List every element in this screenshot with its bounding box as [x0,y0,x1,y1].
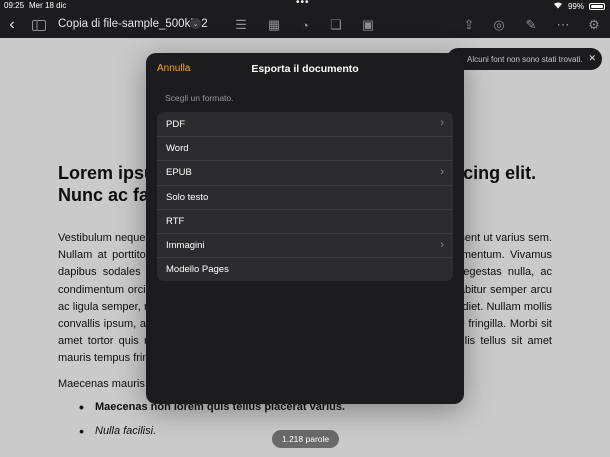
format-option-word[interactable]: Word [157,136,453,160]
format-label: Modello Pages [166,264,229,276]
format-option-plain-text[interactable]: Solo testo [157,184,453,209]
format-option-rtf[interactable]: RTF [157,208,453,233]
settings-icon[interactable]: ⚙ [585,16,603,34]
dialog-title: Esporta il documento [251,63,359,75]
media-icon[interactable]: ▣ [359,16,377,34]
format-label: Immagini [166,240,205,252]
battery-icon [589,2,605,10]
format-option-pdf[interactable]: PDF › [157,112,453,136]
status-date: Mer 18 dic [29,1,67,10]
battery-percent: 99% [567,1,584,11]
format-option-images[interactable]: Immagini › [157,232,453,257]
close-icon[interactable]: ✕ [588,53,596,64]
chevron-right-icon: › [440,238,444,251]
format-label: EPUB [166,167,192,179]
brush-icon[interactable]: ✎ [522,16,540,34]
shape-icon[interactable]: ❏ [327,16,345,34]
list-icon[interactable]: ☰ [232,16,250,34]
toolbar: ‹ Copia di file-sample_500kB 2 ⌄ ☰ ▦ ◔ ❏… [0,12,610,38]
export-dialog: Esporta il documento Annulla Scegli un f… [146,53,464,404]
more-icon[interactable]: ⋯ [554,16,572,34]
status-bar: 09:25 Mer 18 dic ••• 99% [0,0,610,12]
wifi-icon [553,1,563,11]
chevron-right-icon: › [440,166,444,179]
missing-fonts-text: Alcuni font non sono stati trovati. [467,54,583,64]
share-icon[interactable]: ⇪ [460,16,478,34]
multitasking-dots-icon[interactable]: ••• [296,0,310,8]
sidebar-icon[interactable] [30,16,48,34]
format-label: Word [166,143,189,155]
document-title[interactable]: Copia di file-sample_500kB 2 [58,18,208,30]
status-time: 09:25 [4,1,25,10]
status-right: 99% [553,1,605,11]
collaborate-icon[interactable]: ◎ [490,16,508,34]
word-count-pill[interactable]: 1.218 parole [272,430,339,448]
format-option-pages-template[interactable]: Modello Pages [157,257,453,281]
back-chevron-icon[interactable]: ‹ [3,16,21,34]
missing-fonts-banner[interactable]: Alcuni font non sono stati trovati. ✕ [447,48,602,70]
format-label: RTF [166,215,185,227]
cancel-button[interactable]: Annulla [157,63,190,74]
chart-icon[interactable]: ◔ [296,16,314,34]
format-label: PDF [166,118,185,130]
dialog-subtitle: Scegli un formato. [165,93,234,103]
format-list: PDF › Word EPUB › Solo testo RTF Immagin… [157,112,453,282]
title-menu-chevron-icon[interactable]: ⌄ [190,18,201,29]
format-label: Solo testo [166,191,209,203]
format-option-epub[interactable]: EPUB › [157,160,453,184]
table-icon[interactable]: ▦ [265,16,283,34]
chevron-right-icon: › [440,117,444,129]
